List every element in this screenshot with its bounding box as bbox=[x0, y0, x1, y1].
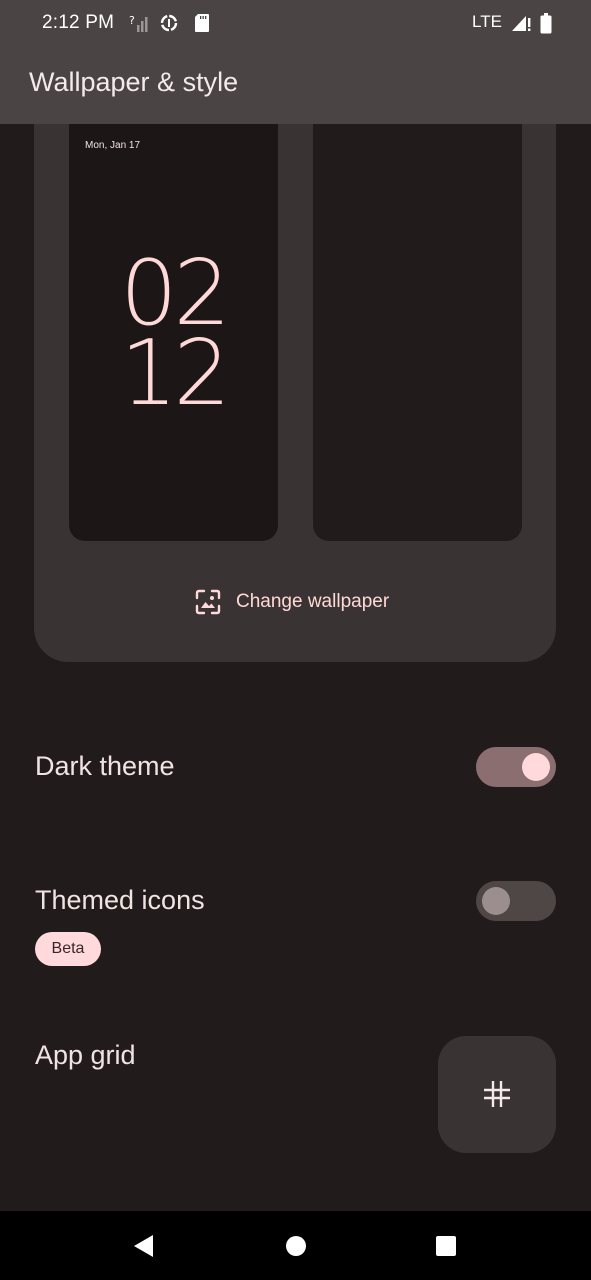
page-title: Wallpaper & style bbox=[29, 67, 239, 97]
app-bar: Wallpaper & style bbox=[0, 48, 591, 124]
themed-icons-label: Themed icons bbox=[35, 885, 205, 915]
status-bar: 2:12 PM ? LTE bbox=[0, 0, 591, 48]
lock-screen-date: Mon, Jan 17 bbox=[85, 140, 141, 151]
data-saver-icon bbox=[160, 14, 178, 32]
dark-theme-label: Dark theme bbox=[35, 751, 175, 781]
battery-icon bbox=[540, 13, 552, 34]
recents-icon[interactable] bbox=[433, 1233, 459, 1259]
themed-icons-toggle[interactable] bbox=[476, 881, 556, 921]
signal-unknown-icon: ? bbox=[129, 14, 148, 32]
app-grid-label: App grid bbox=[35, 1040, 136, 1070]
toggle-thumb bbox=[522, 753, 550, 781]
home-icon[interactable] bbox=[283, 1233, 309, 1259]
status-time: 2:12 PM bbox=[42, 12, 115, 33]
sd-card-icon bbox=[195, 14, 209, 32]
grid-icon bbox=[484, 1081, 510, 1107]
change-wallpaper-button[interactable]: Change wallpaper bbox=[194, 586, 389, 618]
signal-full-icon bbox=[512, 16, 531, 31]
screen: 2:12 PM ? LTE Wallpaper & style Mon, Jan… bbox=[0, 0, 591, 1280]
toggle-thumb bbox=[482, 887, 510, 915]
home-screen-preview[interactable] bbox=[313, 124, 522, 541]
beta-badge: Beta bbox=[35, 932, 101, 966]
clock-minute: 12 bbox=[120, 321, 231, 426]
change-wallpaper-label: Change wallpaper bbox=[236, 591, 390, 612]
back-icon[interactable] bbox=[131, 1233, 157, 1259]
dark-theme-toggle[interactable] bbox=[476, 747, 556, 787]
wallpaper-preview-card: Mon, Jan 17 02 12 Change wallpaper bbox=[34, 124, 556, 662]
app-grid-button[interactable] bbox=[438, 1036, 556, 1153]
network-type: LTE bbox=[472, 12, 502, 31]
svg-text:?: ? bbox=[129, 14, 135, 27]
wallpaper-icon bbox=[195, 589, 221, 615]
lock-screen-preview[interactable]: Mon, Jan 17 02 12 bbox=[69, 124, 278, 541]
navigation-bar bbox=[0, 1211, 591, 1280]
